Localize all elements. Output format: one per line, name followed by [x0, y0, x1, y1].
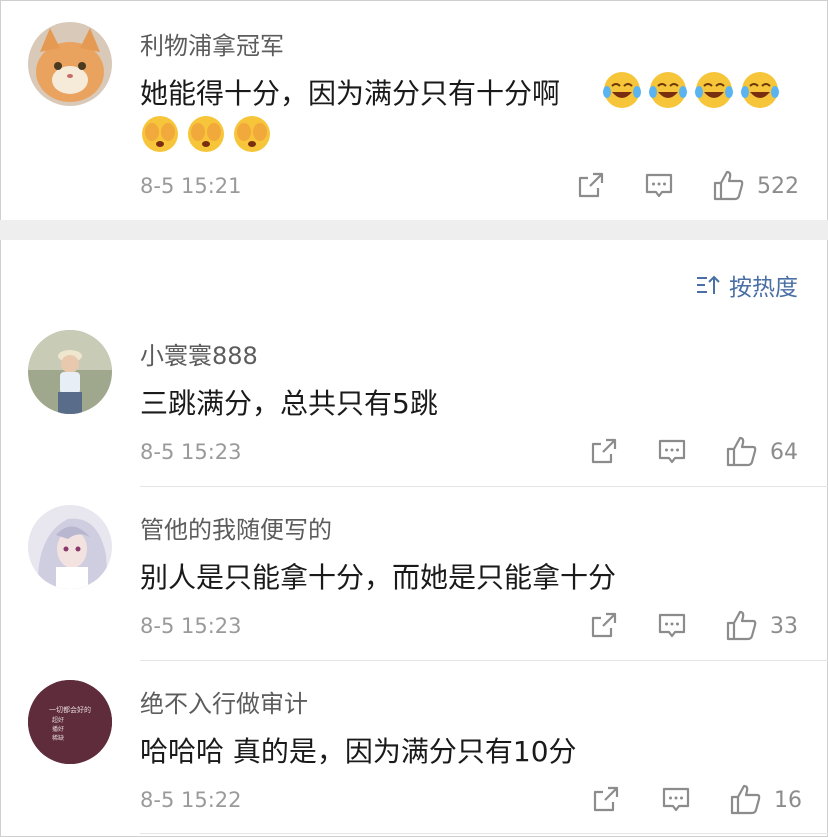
username[interactable]: 利物浦拿冠军	[140, 26, 284, 61]
sort-label: 按热度	[729, 275, 798, 301]
comment-time: 8-5 15:22	[140, 788, 242, 812]
avatar-text: 一切都会好的	[49, 705, 91, 714]
laugh-cry-emoji	[603, 72, 641, 108]
like-icon[interactable]	[729, 782, 763, 816]
comment-divider	[140, 486, 828, 487]
comment-divider	[140, 660, 828, 661]
comment-text: 哈哈哈 真的是，因为满分只有10分	[140, 735, 577, 768]
like-icon[interactable]	[712, 168, 746, 202]
share-icon[interactable]	[576, 170, 606, 200]
like-icon[interactable]	[725, 434, 759, 468]
avatar[interactable]	[28, 22, 112, 106]
comment-time: 8-5 15:21	[140, 174, 242, 198]
reply-icon[interactable]	[657, 437, 687, 467]
emoji-row	[140, 114, 278, 154]
laugh-cry-emoji	[741, 72, 779, 108]
comment-time: 8-5 15:23	[140, 614, 242, 638]
comment-text: 别人是只能拿十分，而她是只能拿十分	[140, 561, 617, 594]
avatar-text: 超好	[52, 716, 64, 724]
avatar[interactable]: 一切都会好的 超好 播好 稀缺	[28, 680, 112, 764]
emoji-row	[602, 70, 786, 110]
like-icon[interactable]	[725, 608, 759, 642]
reply-icon[interactable]	[644, 171, 674, 201]
share-icon[interactable]	[589, 436, 619, 466]
share-icon[interactable]	[591, 784, 621, 814]
avatar-text: 稀缺	[52, 734, 64, 742]
comment-time: 8-5 15:23	[140, 440, 242, 464]
comment-text: 她能得十分，因为满分只有十分啊	[140, 77, 561, 110]
section-divider	[0, 220, 828, 240]
comment-divider	[140, 833, 828, 834]
cover-face-emoji	[188, 116, 224, 152]
cover-face-emoji	[234, 116, 270, 152]
username[interactable]: 管他的我随便写的	[140, 510, 332, 545]
like-count: 16	[774, 788, 802, 813]
like-count: 33	[770, 614, 798, 639]
reply-icon[interactable]	[657, 611, 687, 641]
like-count: 522	[757, 174, 799, 199]
laugh-cry-emoji	[695, 72, 733, 108]
reply-icon[interactable]	[661, 785, 691, 815]
avatar[interactable]	[28, 505, 112, 589]
laugh-cry-emoji	[649, 72, 687, 108]
username[interactable]: 小寰寰888	[140, 336, 258, 371]
share-icon[interactable]	[589, 610, 619, 640]
comment-text: 三跳满分，总共只有5跳	[140, 387, 438, 420]
sort-icon	[697, 275, 720, 294]
sort-toggle[interactable]: 按热度	[695, 268, 798, 302]
like-count: 64	[770, 440, 798, 465]
avatar[interactable]	[28, 330, 112, 414]
cover-face-emoji	[142, 116, 178, 152]
username[interactable]: 绝不入行做审计	[140, 684, 308, 719]
avatar-text: 播好	[52, 725, 64, 733]
